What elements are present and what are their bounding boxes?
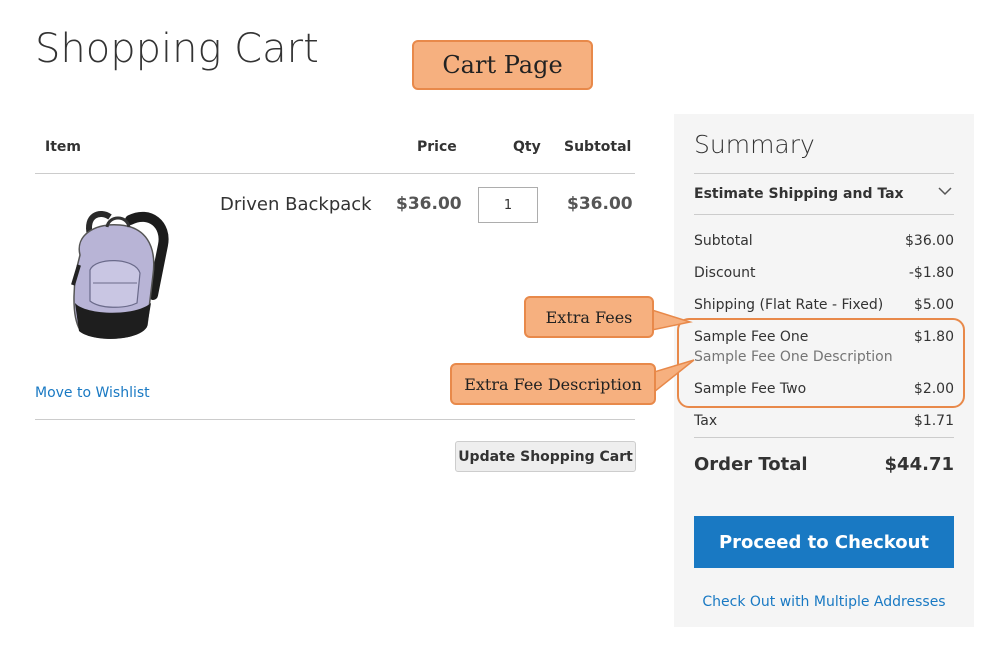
extra-fees-callout: Extra Fees: [524, 296, 654, 338]
product-name[interactable]: Driven Backpack: [220, 194, 372, 215]
summary-divider: [694, 437, 954, 438]
column-header-qty: Qty: [513, 139, 541, 155]
column-header-item: Item: [45, 139, 81, 155]
summary-title: Summary: [694, 130, 815, 159]
shipping-label: Shipping (Flat Rate - Fixed): [694, 297, 884, 313]
subtotal-value: $36.00: [905, 233, 954, 249]
summary-divider: [694, 214, 954, 215]
order-total-label: Order Total: [694, 454, 808, 475]
order-total-value: $44.71: [884, 454, 954, 475]
summary-divider: [694, 173, 954, 174]
discount-value: -$1.80: [908, 265, 954, 281]
item-price: $36.00: [396, 194, 462, 214]
multiple-addresses-link[interactable]: Check Out with Multiple Addresses: [674, 594, 974, 610]
table-divider: [35, 173, 635, 174]
subtotal-label: Subtotal: [694, 233, 753, 249]
fee-highlight-box: [677, 318, 965, 408]
quantity-input[interactable]: [478, 187, 538, 223]
update-cart-button[interactable]: Update Shopping Cart: [455, 441, 636, 472]
backpack-image[interactable]: [35, 185, 175, 360]
estimate-shipping-toggle[interactable]: Estimate Shipping and Tax: [694, 186, 904, 202]
column-header-price: Price: [417, 139, 457, 155]
tax-label: Tax: [694, 413, 718, 429]
proceed-to-checkout-button[interactable]: Proceed to Checkout: [694, 516, 954, 568]
chevron-down-icon[interactable]: [936, 182, 954, 200]
page-title: Shopping Cart: [35, 26, 319, 72]
move-to-wishlist-link[interactable]: Move to Wishlist: [35, 385, 150, 401]
table-divider: [35, 419, 635, 420]
discount-label: Discount: [694, 265, 756, 281]
extra-fee-description-callout: Extra Fee Description: [450, 363, 656, 405]
item-subtotal: $36.00: [567, 194, 633, 214]
shipping-value: $5.00: [913, 297, 954, 313]
column-header-subtotal: Subtotal: [564, 139, 632, 155]
tax-value: $1.71: [913, 413, 954, 429]
cart-page-callout: Cart Page: [412, 40, 593, 90]
